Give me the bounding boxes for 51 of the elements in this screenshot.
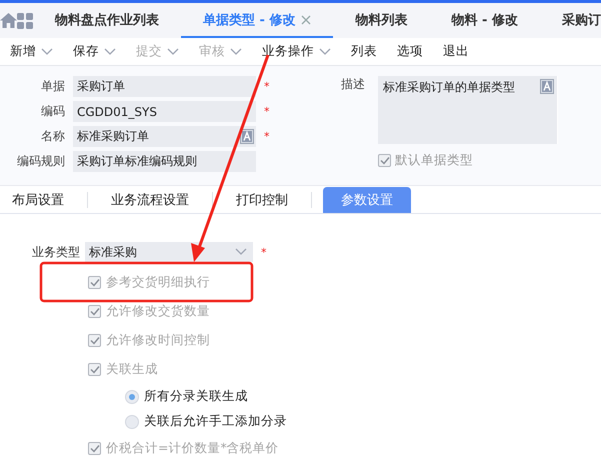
radio-label: 关联后允许手工添加分录 bbox=[144, 413, 287, 430]
page-tab[interactable]: 物料盘点作业列表 bbox=[33, 3, 181, 38]
toolbar-button[interactable]: 退出 bbox=[437, 43, 475, 60]
input-field[interactable]: 标准采购订单 bbox=[73, 126, 256, 147]
page-tab[interactable]: 物料列表 bbox=[333, 3, 430, 38]
home-icon[interactable] bbox=[0, 13, 17, 28]
chevron-down-icon bbox=[319, 48, 331, 56]
page-tab[interactable]: 采购订 bbox=[540, 3, 601, 38]
section-tab[interactable]: 布局设置 bbox=[0, 187, 76, 213]
field-label: 编码 bbox=[40, 103, 66, 120]
required-mark: * bbox=[264, 80, 270, 93]
chevron-down-icon bbox=[235, 248, 247, 256]
toolbar-button[interactable]: 业务操作 bbox=[256, 43, 337, 60]
chevron-down-icon bbox=[167, 48, 179, 56]
section-tab[interactable]: 打印控制 bbox=[224, 187, 300, 213]
input-field[interactable]: CGDD01_SYS bbox=[73, 101, 256, 122]
checkbox-label: 允许修改时间控制 bbox=[106, 332, 210, 349]
radio-button[interactable] bbox=[125, 390, 139, 404]
page-tab[interactable]: 单据类型 - 修改 bbox=[181, 3, 334, 38]
required-mark: * bbox=[264, 130, 270, 143]
checkbox-label: 允许修改交货数量 bbox=[106, 303, 210, 320]
field-label: 名称 bbox=[40, 128, 66, 145]
description-field[interactable]: 标准采购订单的单据类型 bbox=[378, 76, 558, 144]
toolbar-button[interactable]: 新增 bbox=[4, 43, 59, 60]
checkbox-label: 关联生成 bbox=[106, 361, 158, 378]
page-tab[interactable]: 物料 - 修改 bbox=[429, 3, 540, 38]
input-field[interactable]: 采购订单 bbox=[73, 76, 256, 97]
chevron-down-icon bbox=[41, 48, 53, 56]
chevron-down-icon bbox=[104, 48, 116, 56]
section-tab[interactable]: 业务流程设置 bbox=[99, 187, 201, 213]
close-icon[interactable] bbox=[301, 14, 312, 24]
chevron-down-icon bbox=[230, 48, 242, 56]
radio-button[interactable] bbox=[125, 414, 139, 428]
field-label: 业务类型 bbox=[31, 244, 80, 260]
grid-icon[interactable] bbox=[17, 12, 33, 28]
checkbox-label: 参考交货明细执行 bbox=[106, 274, 210, 291]
radio-label: 所有分录关联生成 bbox=[144, 388, 248, 405]
toolbar-button[interactable]: 选项 bbox=[391, 43, 429, 60]
toolbar-button[interactable]: 列表 bbox=[345, 43, 383, 60]
checkbox-label: 价税合计=计价数量*含税单价 bbox=[106, 440, 279, 457]
input-field[interactable]: 采购订单标准编码规则 bbox=[73, 151, 256, 172]
select-field[interactable]: 标准采购 bbox=[85, 242, 253, 262]
required-mark: * bbox=[261, 246, 266, 258]
toolbar-button[interactable]: 保存 bbox=[67, 43, 122, 60]
required-mark: * bbox=[264, 105, 270, 118]
field-label: 编码规则 bbox=[16, 153, 66, 170]
language-icon[interactable] bbox=[540, 79, 554, 94]
field-label: 单据 bbox=[40, 78, 66, 95]
field-label: 描述 bbox=[340, 76, 366, 93]
checkbox-label: 默认单据类型 bbox=[395, 152, 473, 169]
language-icon[interactable] bbox=[240, 129, 254, 144]
